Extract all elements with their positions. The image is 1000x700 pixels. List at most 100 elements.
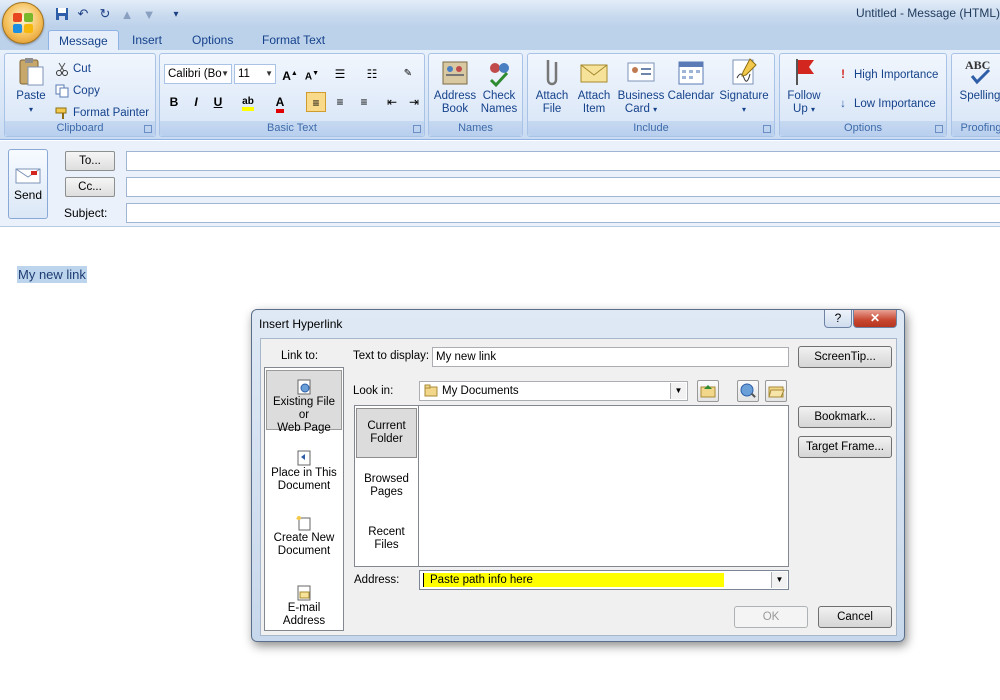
clipboard-launcher-icon[interactable] (144, 125, 152, 133)
link-type-place-in-document[interactable]: Place in This Document (266, 448, 342, 498)
ribbon-tabs: Message Insert Options Format Text (0, 28, 1000, 50)
screentip-button[interactable]: ScreenTip... (798, 346, 892, 368)
clipboard-group-label: Clipboard (5, 121, 155, 136)
bullets-icon[interactable]: ☰ (330, 64, 350, 84)
options-launcher-icon[interactable] (935, 125, 943, 133)
browse-file-button[interactable] (765, 380, 787, 402)
low-importance-button[interactable]: ↓ Low Importance (836, 95, 936, 113)
copy-label: Copy (73, 85, 100, 97)
align-center-icon[interactable]: ≡ (330, 92, 350, 112)
business-card-button[interactable]: Business Card ▾ (616, 56, 666, 116)
signature-button[interactable]: Signature ▾ (717, 56, 771, 116)
customize-toolbar-icon[interactable]: ▾ (166, 5, 186, 23)
link-type-email-address[interactable]: E-mail Address (266, 583, 342, 627)
bookmark-button[interactable]: Bookmark... (798, 406, 892, 428)
address-book-label-1: Address (433, 90, 477, 102)
look-in-select[interactable]: My Documents ▼ (419, 381, 688, 401)
paste-icon (15, 56, 47, 88)
subject-field[interactable] (126, 203, 1000, 223)
folder-up-icon (700, 385, 716, 398)
tab-options[interactable]: Options (182, 30, 243, 50)
close-button[interactable]: ✕ (853, 310, 897, 328)
file-list[interactable] (419, 405, 789, 567)
paste-button[interactable]: Paste ▾ (11, 56, 51, 116)
address-input[interactable]: Paste path info here ▼ (419, 570, 789, 590)
follow-up-button[interactable]: Follow Up ▾ (783, 56, 825, 116)
previous-item-icon[interactable]: ▲ (117, 5, 137, 23)
copy-button[interactable]: Copy (55, 82, 100, 100)
include-launcher-icon[interactable] (763, 125, 771, 133)
address-book-button[interactable]: Address Book (431, 56, 479, 116)
cancel-button[interactable]: Cancel (818, 606, 892, 628)
redo-icon[interactable]: ↻ (95, 5, 115, 23)
to-field[interactable] (126, 151, 1000, 171)
exclamation-icon: ! (841, 69, 845, 81)
include-group: Attach File Attach Item Business Card ▾ … (527, 53, 775, 137)
font-name-select[interactable]: Calibri (Bo ▼ (164, 64, 232, 84)
calendar-button[interactable]: Calendar (666, 56, 716, 103)
numbering-icon[interactable]: ☷ (362, 64, 382, 84)
check-names-button[interactable]: Check Names (477, 56, 521, 116)
align-right-icon[interactable]: ≡ (354, 92, 374, 112)
save-icon[interactable] (52, 5, 72, 23)
names-group-label: Names (429, 121, 522, 136)
decrease-indent-icon[interactable]: ⇤ (382, 92, 402, 112)
paste-dropdown-icon: ▾ (28, 105, 33, 114)
new-document-icon (296, 515, 312, 531)
underline-icon[interactable]: U (208, 92, 228, 112)
link-type-existing-file[interactable]: Existing File or Web Page (266, 370, 342, 434)
font-color-icon[interactable]: A (268, 92, 292, 113)
link-to-panel: Existing File or Web Page Place in This … (264, 367, 344, 631)
high-importance-button[interactable]: ! High Importance (836, 66, 938, 84)
nav-current-folder[interactable]: Current Folder (356, 408, 417, 458)
attach-file-button[interactable]: Attach File (531, 56, 573, 116)
target-frame-button[interactable]: Target Frame... (798, 436, 892, 458)
address-value: Paste path info here (423, 573, 724, 587)
browse-web-button[interactable] (737, 380, 759, 402)
align-left-icon[interactable]: ≡ (306, 92, 326, 112)
cc-field[interactable] (126, 177, 1000, 197)
document-place-icon (296, 450, 312, 466)
help-button[interactable]: ? (824, 310, 852, 328)
chevron-down-icon: ▼ (265, 69, 273, 78)
format-painter-button[interactable]: Format Painter (55, 104, 149, 122)
cc-button[interactable]: Cc... (65, 177, 115, 197)
font-size-select[interactable]: 11 ▼ (234, 64, 276, 84)
send-button[interactable]: Send (8, 149, 48, 219)
text-to-display-label: Text to display: (353, 350, 430, 362)
clear-formatting-icon[interactable]: ✎ (398, 64, 418, 84)
next-item-icon[interactable]: ▼ (139, 5, 159, 23)
selected-body-text[interactable]: My new link (17, 266, 87, 283)
nav-recent-files[interactable]: Recent Files (356, 526, 417, 556)
proofing-group: ABC Spelling Proofing (951, 53, 1000, 137)
chevron-down-icon: ▾ (741, 105, 746, 114)
bold-icon[interactable]: B (164, 92, 184, 112)
tab-message[interactable]: Message (48, 30, 119, 50)
grow-font-icon[interactable]: A▲ (280, 64, 300, 84)
spelling-button[interactable]: ABC Spelling (954, 56, 1000, 103)
tab-insert[interactable]: Insert (122, 30, 172, 50)
shrink-font-icon[interactable]: A▼ (302, 64, 322, 84)
undo-icon[interactable]: ↶ (73, 5, 93, 23)
attach-item-button[interactable]: Attach Item (573, 56, 615, 116)
to-button[interactable]: To... (65, 151, 115, 171)
cut-button[interactable]: Cut (55, 60, 91, 78)
nav-browsed-pages[interactable]: Browsed Pages (356, 473, 417, 503)
basic-text-launcher-icon[interactable] (413, 125, 421, 133)
office-button[interactable] (2, 2, 44, 44)
check-names-label-1: Check (482, 90, 516, 102)
link-type-create-new-document[interactable]: Create New Document (266, 513, 342, 563)
ok-button[interactable]: OK (734, 606, 808, 628)
link-type-label: Existing File or (273, 396, 335, 421)
up-one-folder-button[interactable] (697, 380, 719, 402)
format-painter-label: Format Painter (73, 107, 150, 119)
tab-format-text[interactable]: Format Text (252, 30, 335, 50)
highlight-color-icon[interactable]: ab (234, 92, 262, 112)
nav-label: Current (367, 420, 406, 432)
text-to-display-input[interactable]: My new link (432, 347, 789, 367)
open-folder-icon (768, 386, 785, 398)
increase-indent-icon[interactable]: ⇥ (404, 92, 424, 112)
italic-icon[interactable]: I (186, 92, 206, 112)
chevron-down-icon: ▾ (810, 105, 815, 114)
message-header: Send To... Cc... Subject: (0, 141, 1000, 227)
